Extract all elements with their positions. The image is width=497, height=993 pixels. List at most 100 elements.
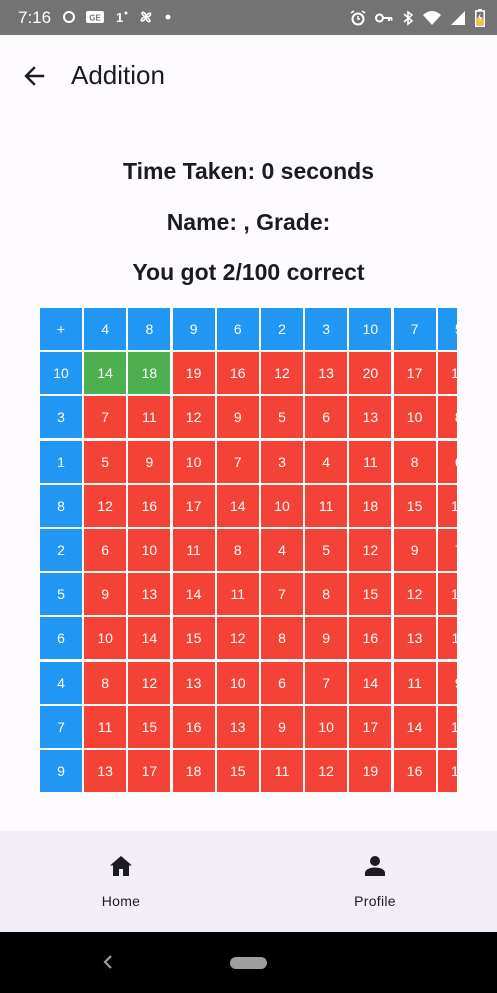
- answer-cell-wrong[interactable]: 7: [84, 396, 127, 439]
- answer-cell-wrong[interactable]: 10: [393, 396, 436, 439]
- ring-icon: [63, 11, 75, 23]
- answer-cell-wrong[interactable]: 13: [305, 352, 348, 395]
- answer-cell-wrong[interactable]: 10: [84, 617, 127, 660]
- answer-cell-wrong[interactable]: 11: [128, 396, 171, 439]
- answer-cell-wrong[interactable]: 13: [172, 661, 215, 704]
- answer-cell-wrong[interactable]: 6: [437, 440, 457, 483]
- answer-cell-wrong[interactable]: 11: [172, 529, 215, 571]
- status-right-icons: [350, 9, 485, 27]
- answer-cell-wrong[interactable]: 14: [393, 705, 436, 748]
- answer-cell-wrong[interactable]: 3: [261, 440, 303, 483]
- answer-cell-wrong[interactable]: 7: [437, 529, 457, 571]
- answer-cell-wrong[interactable]: 17: [393, 352, 436, 395]
- answer-cell-wrong[interactable]: 7: [216, 440, 259, 483]
- answer-cell-wrong[interactable]: 16: [393, 750, 436, 792]
- answer-cell-wrong[interactable]: 20: [349, 352, 392, 395]
- answer-cell-wrong[interactable]: 9: [261, 705, 303, 748]
- answer-cell-wrong[interactable]: 13: [437, 484, 457, 527]
- answer-cell-wrong[interactable]: 11: [349, 440, 392, 483]
- answer-cell-wrong[interactable]: 16: [349, 617, 392, 660]
- answer-cell-wrong[interactable]: 9: [305, 617, 348, 660]
- answer-cell-wrong[interactable]: 8: [393, 440, 436, 483]
- answer-cell-wrong[interactable]: 18: [349, 484, 392, 527]
- answer-cell-wrong[interactable]: 17: [172, 484, 215, 527]
- answer-cell-wrong[interactable]: 13: [349, 396, 392, 439]
- person-icon: [365, 856, 385, 876]
- answer-cell-wrong[interactable]: 14: [349, 661, 392, 704]
- answer-cell-wrong[interactable]: 5: [84, 440, 127, 483]
- answer-cell-wrong[interactable]: 18: [172, 750, 215, 792]
- answer-cell-wrong[interactable]: 13: [84, 750, 127, 792]
- answer-cell-wrong[interactable]: 4: [305, 440, 348, 483]
- answer-cell-wrong[interactable]: 19: [349, 750, 392, 792]
- answer-cell-wrong[interactable]: 15: [172, 617, 215, 660]
- answer-cell-wrong[interactable]: 14: [172, 573, 215, 616]
- answer-cell-wrong[interactable]: 15: [128, 705, 171, 748]
- answer-cell-wrong[interactable]: 8: [84, 661, 127, 704]
- answer-cell-wrong[interactable]: 13: [128, 573, 171, 616]
- answer-cell-wrong[interactable]: 10: [305, 705, 348, 748]
- answer-cell-wrong[interactable]: 17: [128, 750, 171, 792]
- addition-grid[interactable]: +489623107510141819161213201715371112956…: [40, 308, 457, 792]
- answer-cell-wrong[interactable]: 6: [261, 661, 303, 704]
- nav-profile[interactable]: Profile: [315, 853, 435, 909]
- answer-cell-wrong[interactable]: 16: [172, 705, 215, 748]
- answer-cell-wrong[interactable]: 8: [261, 617, 303, 660]
- answer-cell-wrong[interactable]: 8: [437, 396, 457, 439]
- answer-cell-wrong[interactable]: 15: [216, 750, 259, 792]
- answer-cell-wrong[interactable]: 14: [216, 484, 259, 527]
- answer-cell-wrong[interactable]: 12: [305, 750, 348, 792]
- answer-cell-wrong[interactable]: 11: [261, 750, 303, 792]
- chevron-left-icon[interactable]: [100, 952, 116, 972]
- answer-cell-wrong[interactable]: 14: [437, 750, 457, 792]
- answer-cell-wrong[interactable]: 11: [216, 573, 259, 616]
- answer-cell-wrong[interactable]: 9: [393, 529, 436, 571]
- answer-cell-wrong[interactable]: 12: [349, 529, 392, 571]
- home-pill-icon[interactable]: [230, 957, 267, 969]
- answer-cell-wrong[interactable]: 10: [216, 661, 259, 704]
- answer-cell-wrong[interactable]: 10: [128, 529, 171, 571]
- answer-cell-wrong[interactable]: 8: [305, 573, 348, 616]
- answer-cell-wrong[interactable]: 12: [172, 396, 215, 439]
- back-button[interactable]: [18, 59, 52, 93]
- answer-cell-correct[interactable]: 18: [128, 352, 171, 395]
- answer-cell-wrong[interactable]: 10: [172, 440, 215, 483]
- answer-cell-wrong[interactable]: 16: [216, 352, 259, 395]
- answer-cell-wrong[interactable]: 11: [84, 705, 127, 748]
- answer-cell-wrong[interactable]: 6: [305, 396, 348, 439]
- answer-cell-wrong[interactable]: 9: [216, 396, 259, 439]
- answer-cell-wrong[interactable]: 11: [437, 617, 457, 660]
- answer-cell-wrong[interactable]: 8: [216, 529, 259, 571]
- answer-cell-wrong[interactable]: 15: [349, 573, 392, 616]
- answer-cell-wrong[interactable]: 7: [261, 573, 303, 616]
- answer-cell-wrong[interactable]: 13: [393, 617, 436, 660]
- answer-cell-wrong[interactable]: 4: [261, 529, 303, 571]
- answer-cell-wrong[interactable]: 6: [84, 529, 127, 571]
- answer-cell-wrong[interactable]: 12: [393, 573, 436, 616]
- answer-cell-wrong[interactable]: 10: [437, 573, 457, 616]
- answer-cell-wrong[interactable]: 19: [172, 352, 215, 395]
- answer-cell-wrong[interactable]: 9: [437, 661, 457, 704]
- row-header-cell: 1: [40, 440, 82, 483]
- answer-cell-wrong[interactable]: 15: [393, 484, 436, 527]
- answer-cell-wrong[interactable]: 9: [84, 573, 127, 616]
- answer-cell-wrong[interactable]: 12: [437, 705, 457, 748]
- answer-cell-wrong[interactable]: 12: [128, 661, 171, 704]
- answer-cell-wrong[interactable]: 14: [128, 617, 171, 660]
- answer-cell-wrong[interactable]: 15: [437, 352, 457, 395]
- answer-cell-wrong[interactable]: 5: [261, 396, 303, 439]
- nav-home[interactable]: Home: [61, 853, 181, 909]
- answer-cell-wrong[interactable]: 9: [128, 440, 171, 483]
- answer-cell-wrong[interactable]: 10: [261, 484, 303, 527]
- answer-cell-wrong[interactable]: 11: [305, 484, 348, 527]
- answer-cell-wrong[interactable]: 16: [128, 484, 171, 527]
- answer-cell-wrong[interactable]: 17: [349, 705, 392, 748]
- answer-cell-wrong[interactable]: 12: [216, 617, 259, 660]
- answer-cell-wrong[interactable]: 12: [261, 352, 303, 395]
- answer-cell-wrong[interactable]: 7: [305, 661, 348, 704]
- answer-cell-wrong[interactable]: 12: [84, 484, 127, 527]
- answer-cell-wrong[interactable]: 13: [216, 705, 259, 748]
- answer-cell-wrong[interactable]: 11: [393, 661, 436, 704]
- answer-cell-correct[interactable]: 14: [84, 352, 127, 395]
- answer-cell-wrong[interactable]: 5: [305, 529, 348, 571]
